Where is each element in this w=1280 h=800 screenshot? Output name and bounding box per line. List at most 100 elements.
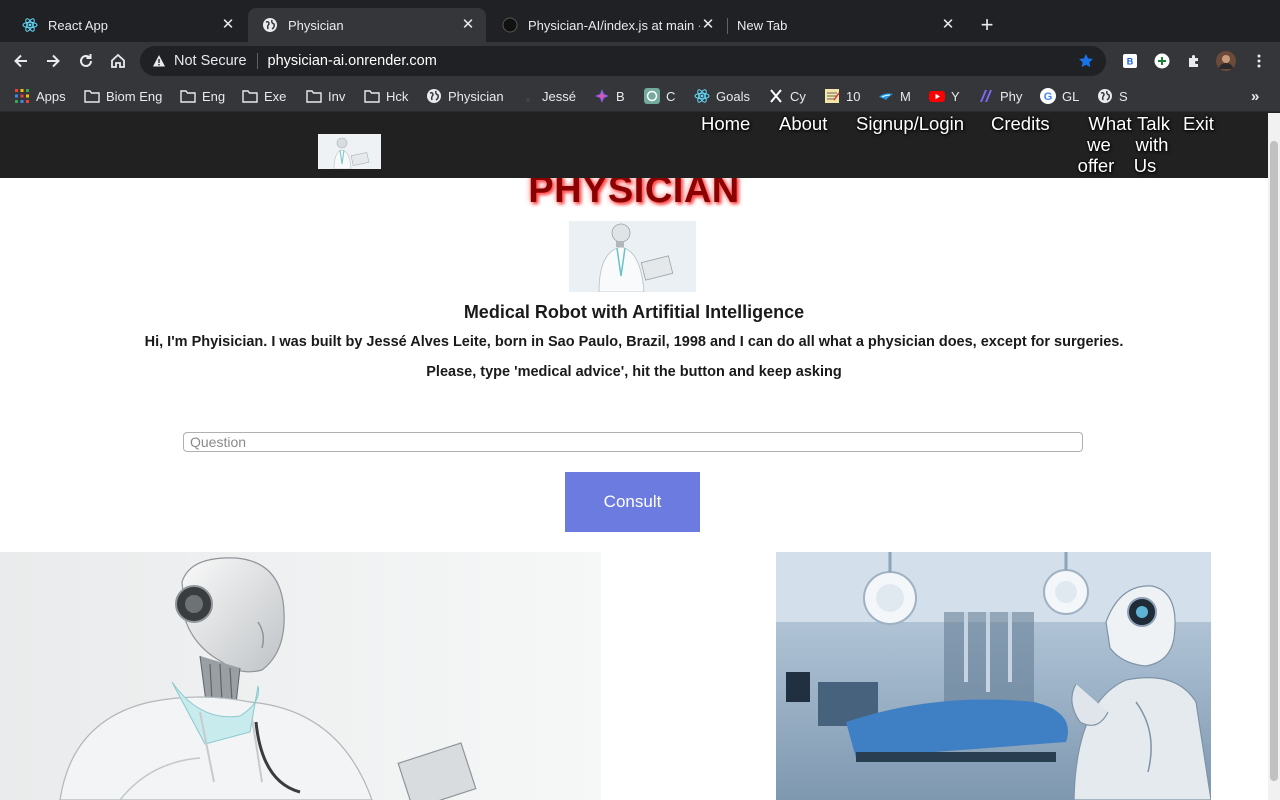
chatgpt-icon	[644, 88, 660, 104]
bookmark-physician[interactable]: Physician	[426, 86, 504, 106]
tab-new-tab[interactable]: New Tab ✕	[728, 8, 966, 42]
close-icon[interactable]: ✕	[460, 17, 476, 33]
consult-button[interactable]: Consult	[565, 472, 700, 532]
bookmark-10[interactable]: 10	[824, 86, 860, 106]
new-tab-button[interactable]: +	[974, 13, 1000, 39]
nav-signup-login[interactable]: Signup/Login	[856, 113, 964, 134]
hero-robot-image	[569, 221, 696, 293]
bookmark-inv[interactable]: Inv	[306, 86, 345, 106]
address-bar[interactable]: Not Secure physician-ai.onrender.com	[140, 46, 1106, 76]
bookmark-b[interactable]: B	[594, 86, 625, 106]
warning-icon	[152, 54, 166, 68]
bitwarden-extension-icon[interactable]: B	[1121, 52, 1139, 70]
reload-button[interactable]	[73, 48, 99, 74]
bookmark-label: Apps	[36, 88, 66, 104]
bookmarks-bar: Apps Biom Eng Eng Exe Inv Hck Physician …	[0, 80, 1280, 112]
react-icon	[694, 88, 710, 104]
nav-label-line: Talk	[1137, 113, 1170, 134]
security-label[interactable]: Not Secure	[174, 53, 247, 69]
bookmark-cy[interactable]: Cy	[768, 86, 806, 106]
bookmark-label: C	[666, 88, 676, 104]
url-text[interactable]: physician-ai.onrender.com	[268, 53, 437, 69]
forward-button[interactable]	[40, 48, 66, 74]
tab-title: New Tab	[737, 17, 788, 33]
tab-title: React App	[48, 17, 108, 33]
bookmark-label: Hck	[386, 88, 409, 104]
bookmark-goals[interactable]: Goals	[694, 86, 750, 106]
arrow-right-icon	[47, 54, 60, 68]
nav-label-line: Us	[1133, 155, 1157, 176]
nav-exit[interactable]: Exit	[1183, 113, 1214, 134]
bookmark-y[interactable]: Y	[929, 86, 960, 106]
bookmark-label: Physician	[448, 88, 504, 104]
bookmark-label: Exe	[264, 88, 287, 104]
bookmark-label: Jessé	[542, 88, 576, 104]
bookmarks-overflow-icon[interactable]: »	[1251, 86, 1259, 106]
nav-about[interactable]: About	[779, 113, 827, 134]
folder-icon	[306, 88, 322, 104]
nav-label-line: with	[1135, 134, 1169, 155]
tab-react-app[interactable]: React App ✕	[8, 8, 246, 42]
stripes-icon	[978, 88, 994, 104]
bookmark-label: S	[1119, 88, 1128, 104]
bookmark-apps[interactable]: Apps	[14, 86, 66, 106]
bookmark-label: Phy	[1000, 88, 1023, 104]
arrow-left-icon	[14, 54, 27, 68]
sparkle-icon	[594, 88, 610, 104]
bookmark-label: Biom Eng	[106, 88, 163, 104]
folder-icon	[242, 88, 258, 104]
bookmark-s[interactable]: S	[1097, 86, 1128, 106]
tab-github-index[interactable]: Physician-AI/index.js at main · ✕	[488, 8, 726, 42]
intro-text: Hi, I'm Phyisician. I was built by Jessé…	[144, 334, 1124, 350]
react-icon	[22, 17, 38, 33]
bird-icon	[878, 88, 894, 104]
plus-extension-icon[interactable]	[1153, 52, 1171, 70]
bookmark-label: GL	[1062, 88, 1080, 104]
bookmark-c[interactable]: C	[644, 86, 675, 106]
globe-icon	[426, 88, 442, 104]
bookmark-exe[interactable]: Exe	[242, 86, 286, 106]
bookmark-label: Inv	[328, 88, 346, 104]
robot-operating-room-image	[776, 552, 1212, 800]
folder-icon	[180, 88, 196, 104]
home-button[interactable]	[105, 48, 131, 74]
globe-icon	[262, 17, 278, 33]
site-navbar: Home About Signup/Login Credits What we …	[0, 113, 1268, 178]
folder-icon	[84, 88, 100, 104]
svg-text:G: G	[1044, 91, 1053, 103]
question-input[interactable]	[183, 432, 1083, 452]
back-button[interactable]	[8, 48, 34, 74]
tab-title: Physician	[288, 17, 344, 33]
home-icon	[111, 53, 125, 68]
bookmark-biom-eng[interactable]: Biom Eng	[84, 86, 162, 106]
bookmark-label: Eng	[202, 88, 226, 104]
close-icon[interactable]: ✕	[700, 17, 716, 33]
bookmark-gl[interactable]: G GL	[1040, 86, 1079, 106]
profile-icon	[520, 88, 536, 104]
profile-avatar[interactable]	[1216, 51, 1236, 71]
close-icon[interactable]: ✕	[220, 17, 236, 33]
bookmark-hck[interactable]: Hck	[364, 86, 408, 106]
scrollbar-thumb[interactable]	[1270, 141, 1278, 781]
bookmark-jesse[interactable]: Jessé	[520, 86, 576, 106]
bookmark-eng[interactable]: Eng	[180, 86, 225, 106]
robot-doctor-image	[0, 552, 601, 800]
page-scrollbar[interactable]	[1268, 113, 1280, 800]
bookmark-phy[interactable]: Phy	[978, 86, 1022, 106]
bookmark-label: 10	[846, 88, 861, 104]
bookmark-star-icon[interactable]	[1078, 53, 1094, 73]
x-icon	[768, 88, 784, 104]
bookmark-label: Y	[951, 88, 960, 104]
notepad-icon	[824, 88, 840, 104]
close-icon[interactable]: ✕	[940, 17, 956, 33]
puzzle-extensions-icon[interactable]	[1185, 52, 1203, 70]
tab-physician[interactable]: Physician ✕	[248, 8, 486, 42]
nav-credits[interactable]: Credits	[991, 113, 1050, 134]
nav-talk-with-us[interactable]: Talk with Us	[1124, 113, 1180, 176]
divider	[256, 53, 258, 69]
page-subtitle: Medical Robot with Artifitial Intelligen…	[463, 302, 805, 322]
nav-home[interactable]: Home	[701, 113, 750, 134]
site-logo[interactable]	[318, 134, 381, 170]
kebab-menu-icon[interactable]	[1250, 52, 1268, 70]
bookmark-m[interactable]: M	[878, 86, 911, 106]
